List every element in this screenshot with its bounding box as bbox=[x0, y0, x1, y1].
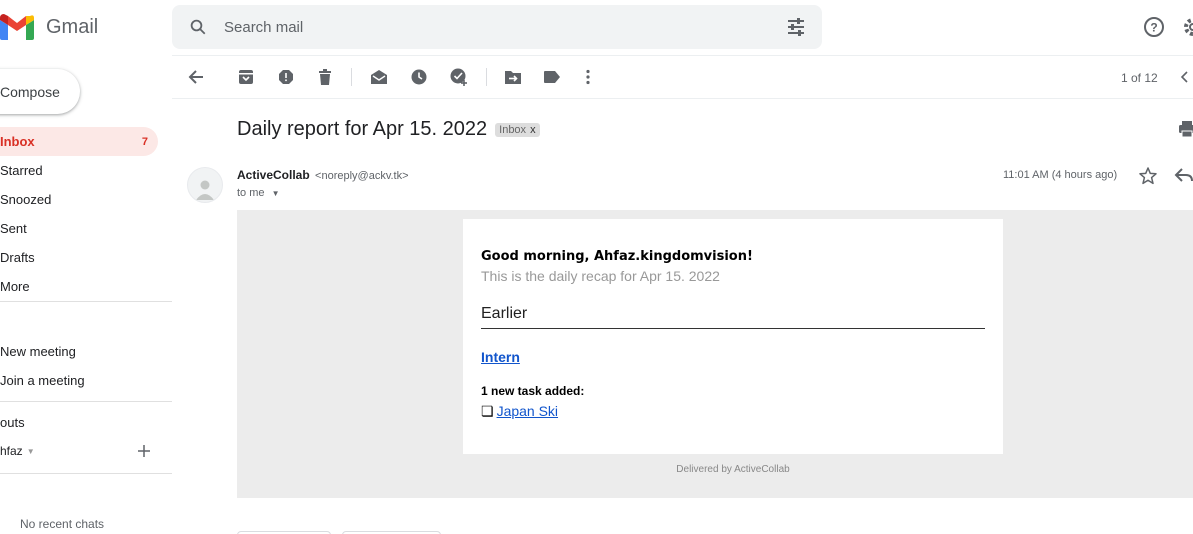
svg-text:?: ? bbox=[1150, 21, 1157, 35]
sidebar-item-label: Sent bbox=[0, 221, 27, 236]
search-options-icon[interactable] bbox=[776, 18, 816, 36]
sidebar-divider bbox=[0, 473, 172, 474]
no-recent-chats: No recent chats bbox=[20, 517, 105, 531]
label-text: Inbox bbox=[499, 123, 527, 136]
toolbar-divider-line bbox=[172, 98, 1193, 99]
print-icon[interactable] bbox=[1178, 120, 1193, 143]
sender-name[interactable]: ActiveCollab bbox=[237, 168, 310, 182]
add-task-icon[interactable] bbox=[449, 67, 469, 87]
subject-text: Daily report for Apr 15. 2022 bbox=[237, 118, 488, 140]
sender-avatar[interactable] bbox=[187, 167, 223, 203]
reply-icon[interactable] bbox=[1174, 166, 1193, 189]
more-vert-icon[interactable] bbox=[578, 67, 598, 87]
search-bar[interactable]: Search mail bbox=[172, 5, 822, 49]
delete-icon[interactable] bbox=[315, 67, 335, 87]
sidebar-item-label: Snoozed bbox=[0, 192, 52, 207]
label-icon[interactable] bbox=[542, 67, 562, 87]
hangouts-title: outs bbox=[0, 415, 25, 430]
project-link[interactable]: Intern bbox=[481, 349, 520, 365]
recipients-toggle[interactable]: to me ▼ bbox=[237, 187, 280, 199]
sidebar-item-starred[interactable]: Starred bbox=[0, 156, 172, 185]
section-divider bbox=[481, 328, 985, 329]
person-icon bbox=[196, 180, 214, 200]
mark-unread-icon[interactable] bbox=[369, 67, 389, 87]
sidebar-item-drafts[interactable]: Drafts bbox=[0, 243, 172, 272]
section-heading: Earlier bbox=[481, 305, 528, 322]
sidebar-nav: Inbox 7 Starred Snoozed Sent Drafts More bbox=[0, 127, 172, 301]
toolbar-divider bbox=[351, 68, 352, 86]
app-name: Gmail bbox=[46, 15, 99, 38]
settings-gear-icon[interactable] bbox=[1182, 16, 1193, 43]
add-chat-icon[interactable] bbox=[136, 443, 152, 464]
compose-label: Compose bbox=[0, 83, 60, 100]
sidebar-item-sent[interactable]: Sent bbox=[0, 214, 172, 243]
sidebar-item-more[interactable]: More bbox=[0, 272, 172, 301]
toolbar-divider bbox=[486, 68, 487, 86]
new-meeting-link[interactable]: New meeting bbox=[0, 344, 76, 359]
sidebar-divider bbox=[0, 301, 172, 302]
report-spam-icon[interactable] bbox=[276, 67, 296, 87]
help-icon[interactable]: ? bbox=[1143, 16, 1165, 43]
sidebar-item-snoozed[interactable]: Snoozed bbox=[0, 185, 172, 214]
greeting-text: Good morning, Ahfaz.kingdomvision! bbox=[481, 249, 753, 264]
search-icon[interactable] bbox=[178, 18, 218, 36]
move-to-icon[interactable] bbox=[503, 67, 523, 87]
email-body: Good morning, Ahfaz.kingdomvision! This … bbox=[237, 210, 1193, 498]
gmail-app: Gmail Search mail ? Compose Inbox 7 Star… bbox=[0, 0, 1193, 534]
email-card: Good morning, Ahfaz.kingdomvision! This … bbox=[463, 219, 1003, 454]
header: Gmail Search mail ? bbox=[0, 0, 1193, 56]
email-subject: Daily report for Apr 15. 2022 Inbox x bbox=[237, 118, 540, 141]
recap-text: This is the daily recap for Apr 15. 2022 bbox=[481, 268, 720, 284]
task-item: ❏ Japan Ski bbox=[481, 403, 558, 420]
task-link[interactable]: Japan Ski bbox=[497, 403, 558, 419]
gmail-logo[interactable]: Gmail bbox=[0, 12, 98, 42]
sidebar-item-label: More bbox=[0, 279, 30, 294]
sidebar-item-label: Inbox bbox=[0, 134, 35, 149]
hangouts-user-name: hfaz bbox=[0, 444, 23, 458]
gmail-m-icon bbox=[0, 14, 34, 40]
remove-label-icon[interactable]: x bbox=[530, 124, 536, 136]
sidebar-divider bbox=[0, 401, 172, 402]
task-bullet-icon: ❏ bbox=[481, 403, 494, 419]
caret-down-icon: ▼ bbox=[271, 188, 280, 198]
older-chevron-icon[interactable] bbox=[1174, 67, 1193, 87]
archive-icon[interactable] bbox=[236, 67, 256, 87]
task-heading: 1 new task added: bbox=[481, 384, 585, 398]
sidebar-item-inbox[interactable]: Inbox 7 bbox=[0, 127, 158, 156]
caret-down-icon: ▼ bbox=[26, 447, 35, 457]
hangouts-user[interactable]: hfaz ▼ bbox=[0, 444, 35, 458]
sidebar-item-label: Drafts bbox=[0, 250, 35, 265]
sender-info: ActiveCollab <noreply@ackv.tk> bbox=[237, 168, 409, 182]
back-arrow-icon[interactable] bbox=[186, 67, 206, 87]
pagination-count: 1 of 12 bbox=[1121, 71, 1158, 85]
search-input[interactable]: Search mail bbox=[218, 19, 776, 36]
recipients-text: to me bbox=[237, 187, 265, 199]
join-meeting-link[interactable]: Join a meeting bbox=[0, 373, 85, 388]
compose-button[interactable]: Compose bbox=[0, 69, 80, 114]
email-footer: Delivered by ActiveCollab bbox=[676, 464, 790, 475]
snooze-icon[interactable] bbox=[409, 67, 429, 87]
inbox-unread-count: 7 bbox=[141, 135, 148, 148]
sender-email: <noreply@ackv.tk> bbox=[315, 170, 409, 182]
star-icon[interactable] bbox=[1138, 166, 1158, 191]
inbox-label-chip[interactable]: Inbox x bbox=[495, 122, 540, 137]
message-toolbar: 1 of 12 bbox=[172, 56, 1193, 99]
sidebar-item-label: Starred bbox=[0, 163, 43, 178]
message-timestamp: 11:01 AM (4 hours ago) bbox=[1003, 169, 1118, 181]
